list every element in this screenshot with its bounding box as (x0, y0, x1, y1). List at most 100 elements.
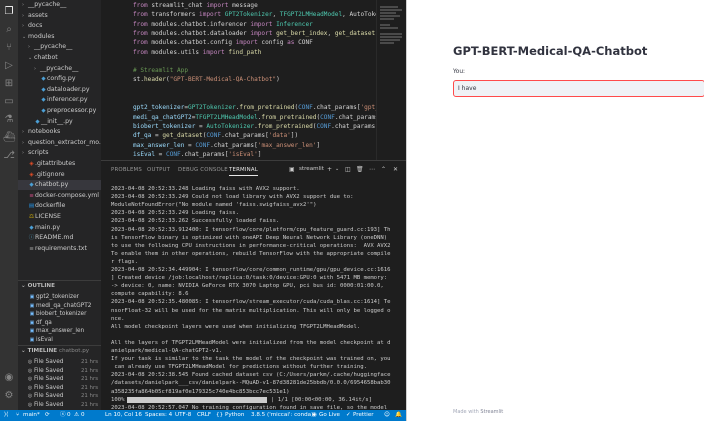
folder-item[interactable]: › question_extractor_mo... (18, 138, 101, 148)
folder-item[interactable]: › notebooks (18, 127, 101, 137)
folder-item[interactable]: › __pycache__ (18, 42, 101, 52)
python-interpreter[interactable]: 3.8.5 ('miccai': conda) (251, 410, 313, 421)
indentation[interactable]: Spaces: 4 (145, 410, 172, 421)
timeline-item-label: File Saved (34, 384, 64, 391)
remote-icon[interactable]: ⟩⟨ (4, 410, 8, 421)
streamlit-app: GPT-BERT-Medical-QA-Chatbot You: Made wi… (406, 0, 704, 421)
code-token: modules.chatbot.config (151, 39, 236, 47)
code-token: CONF (166, 150, 181, 158)
folder-item[interactable]: › docs (18, 21, 101, 31)
code-token: CONF (298, 39, 313, 47)
prettier-status[interactable]: Prettier (353, 410, 374, 421)
file-item[interactable]: ◆preprocessor.py (18, 106, 101, 116)
code-token: GPT2Tokenizer (188, 104, 236, 112)
file-item[interactable]: ◆chatbot.py (18, 180, 101, 191)
code-token: modules.utils (151, 48, 203, 56)
run-debug-icon[interactable]: ▷ (3, 60, 15, 72)
language-mode[interactable]: Python (225, 410, 244, 421)
git-graph-icon[interactable]: ⎇ (3, 150, 15, 162)
folder-item[interactable]: › scripts (18, 148, 101, 158)
folder-item[interactable]: › assets (18, 11, 101, 21)
bell-icon[interactable]: 🔔 (395, 410, 402, 421)
code-token: import (250, 29, 277, 37)
docker-icon[interactable]: ⛴ (3, 132, 16, 144)
source-control-icon[interactable]: ⑂ (3, 42, 15, 54)
folder-item[interactable]: ⌄ modules (18, 32, 101, 42)
tab-output[interactable]: OUTPUT (147, 167, 170, 173)
file-item[interactable]: ◆config.py (18, 74, 101, 84)
tab-problems[interactable]: PROBLEMS (111, 167, 142, 173)
code-token: from (133, 2, 152, 9)
tab-debug-console[interactable]: DEBUG CONSOLE (178, 167, 228, 173)
testing-icon[interactable]: ⚗ (3, 114, 15, 126)
search-icon[interactable]: ⌕ (3, 24, 15, 36)
outline-header[interactable]: ⌄ OUTLINE (18, 280, 101, 291)
code-token: 'isEval' (228, 150, 258, 158)
file-item[interactable]: ◈.gitignore (18, 170, 101, 180)
error-count[interactable]: 0 (67, 410, 71, 421)
split-terminal-icon[interactable]: ◫ (345, 166, 351, 173)
user-message-input[interactable] (453, 80, 704, 97)
terminal-name[interactable]: streamlit (299, 166, 324, 172)
panel-tabs: PROBLEMS OUTPUT DEBUG CONSOLE TERMINAL ▣… (101, 161, 406, 181)
code-editor[interactable]: from streamlit_chat import message from t… (101, 0, 406, 160)
file-item[interactable]: ◆dataloader.py (18, 85, 101, 95)
python-icon: {} (216, 412, 224, 418)
new-terminal-button[interactable]: + (327, 166, 332, 173)
tree-item-label: main.py (35, 223, 61, 231)
close-icon[interactable]: ✕ (393, 166, 398, 173)
folder-item[interactable]: › __pycache__ (18, 0, 101, 10)
terminal-line: -> device: 0, name: NVIDIA GeForce RTX 3… (111, 283, 384, 290)
file-item[interactable]: ◆main.py (18, 223, 101, 233)
tree-item-label: __pycache__ (34, 43, 73, 51)
code-token: config (261, 39, 288, 47)
terminal-line: All the layers of TFGPT2LMHeadModel were… (111, 339, 391, 346)
cursor-position[interactable]: Ln 10, Col 16 (105, 410, 142, 421)
chevron-down-icon[interactable]: ⌄ (335, 166, 339, 172)
outline-item[interactable]: ▣ isEval (18, 335, 101, 345)
folder-item[interactable]: ⌄ chatbot (18, 53, 101, 63)
minimap[interactable] (376, 0, 406, 160)
timeline-header[interactable]: ⌄ TIMELINE chatbot.py (18, 345, 101, 356)
file-item[interactable]: ≡requirements.txt (18, 244, 101, 254)
go-live-button[interactable]: Go Live (319, 410, 340, 421)
file-item[interactable]: ◆__init__.py (18, 117, 101, 127)
file-item[interactable]: ◈.gitattributes (18, 159, 101, 169)
check-icon: ✓ (346, 412, 351, 418)
tree-item-label: dataloader.py (47, 85, 90, 93)
maximize-panel-icon[interactable]: ⌃ (381, 166, 386, 173)
sync-icon[interactable]: ⟳ (45, 410, 50, 421)
terminal-line: ModuleNotFoundError("No module named 'fa… (111, 202, 317, 209)
more-actions-icon[interactable]: ⋯ (369, 166, 375, 173)
warning-count[interactable]: 0 (81, 410, 85, 421)
branch-status[interactable]: main* (23, 410, 40, 421)
trash-icon[interactable]: 🗑 (356, 166, 364, 173)
remote-explorer-icon[interactable]: ▭ (3, 96, 15, 108)
account-icon[interactable]: ◉ (3, 372, 15, 384)
bottom-panel: PROBLEMS OUTPUT DEBUG CONSOLE TERMINAL ▣… (101, 160, 406, 410)
extensions-icon[interactable]: ⊞ (3, 78, 15, 90)
file-item[interactable]: ◆inferencer.py (18, 95, 101, 105)
status-bar: ⟩⟨ ⑂ main* ⟳ ⓧ 0 ⚠ 0 Ln 10, Col 16 Space… (0, 410, 406, 421)
tree-item-label: __pycache__ (28, 1, 67, 8)
file-item[interactable]: ▤dockerfile (18, 201, 101, 211)
code-token: medi_qa_chatGPT2 (133, 113, 192, 121)
folder-item[interactable]: › __pycache__ (18, 64, 101, 74)
tree-item-label: inferencer.py (47, 96, 88, 104)
line-ending[interactable]: CRLF (197, 410, 211, 421)
file-item[interactable]: ⚖LICENSE (18, 212, 101, 222)
timeline-item[interactable]: ◎ File Saved 21 hrs (18, 400, 101, 410)
feedback-icon[interactable]: ☺ (384, 410, 390, 421)
tab-terminal[interactable]: TERMINAL (229, 167, 259, 176)
code-token: ) (276, 76, 280, 84)
py-file-icon: ◆ (41, 97, 46, 104)
file-item[interactable]: ⓘREADME.md (18, 233, 101, 243)
warning-icon: ⚠ (74, 412, 80, 418)
file-item[interactable]: ≡docker-compose.yml (18, 191, 101, 201)
explorer-icon[interactable]: ❐ (3, 6, 15, 18)
streamlit-link[interactable]: Streamlit (480, 409, 503, 415)
go-live-icon: ◉ (312, 412, 317, 418)
encoding[interactable]: UTF-8 (175, 410, 191, 421)
py-file-icon: ◆ (41, 76, 46, 83)
gear-icon[interactable]: ⚙ (3, 390, 15, 402)
